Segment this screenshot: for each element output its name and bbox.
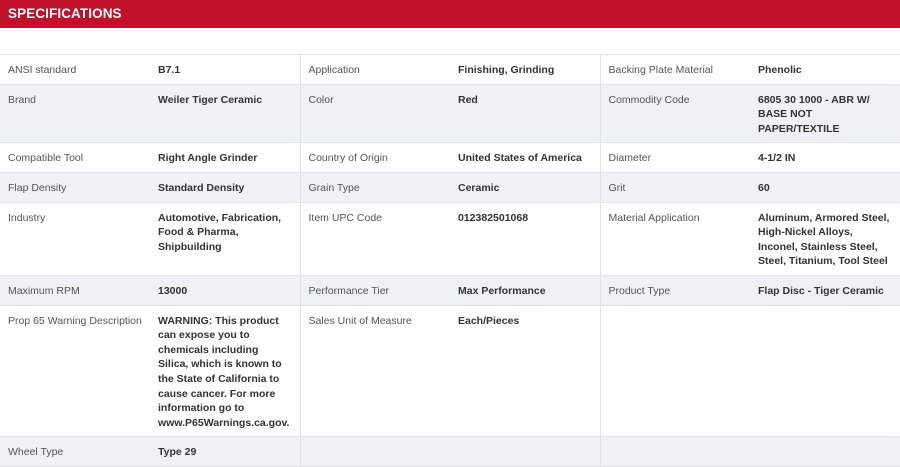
spec-label: Diameter [599, 142, 750, 173]
spec-value: Weiler Tiger Ceramic [150, 83, 300, 143]
spec-value: Type 29 [150, 436, 300, 467]
spec-label: Material Application [599, 201, 750, 276]
spec-label: Prop 65 Warning Description [0, 304, 150, 437]
spec-label [299, 436, 450, 467]
table-row: Wheel Type Type 29 [0, 436, 900, 467]
spec-value [750, 436, 900, 467]
spec-label: Performance Tier [299, 274, 450, 306]
spec-label: Country of Origin [299, 142, 450, 173]
table-row: Brand Weiler Tiger Ceramic Color Red Com… [0, 83, 900, 143]
spec-value [450, 436, 600, 467]
spec-label: ANSI standard [0, 54, 150, 85]
spec-label [599, 436, 750, 467]
table-row: Flap Density Standard Density Grain Type… [0, 171, 900, 203]
specifications-table: ANSI standard B7.1 Application Finishing… [0, 54, 900, 467]
spec-value: 012382501068 [450, 201, 600, 276]
spec-value: 6805 30 1000 - ABR W/ BASE NOT PAPER/TEX… [750, 83, 900, 143]
spec-value: Phenolic [750, 54, 900, 85]
spec-label: Application [299, 54, 450, 85]
spec-label [599, 304, 750, 437]
spec-value: Aluminum, Armored Steel, High-Nickel All… [750, 201, 900, 276]
spec-value: Max Performance [450, 274, 600, 306]
section-title: SPECIFICATIONS [8, 6, 122, 21]
table-row: Prop 65 Warning Description WARNING: Thi… [0, 304, 900, 437]
spec-value: Flap Disc - Tiger Ceramic [750, 274, 900, 306]
spec-label: Industry [0, 201, 150, 276]
spec-label: Grit [599, 171, 750, 203]
spec-value: Right Angle Grinder [150, 142, 300, 173]
spec-value: B7.1 [150, 54, 300, 85]
section-header: SPECIFICATIONS [0, 0, 900, 28]
spec-label: Backing Plate Material [599, 54, 750, 85]
spec-value: Standard Density [150, 171, 300, 203]
spec-label: Commodity Code [599, 83, 750, 143]
table-row: ANSI standard B7.1 Application Finishing… [0, 54, 900, 85]
spec-label: Product Type [599, 274, 750, 306]
spec-label: Flap Density [0, 171, 150, 203]
spec-value: Finishing, Grinding [450, 54, 600, 85]
spec-label: Compatible Tool [0, 142, 150, 173]
spec-value: Each/Pieces [450, 304, 600, 437]
spec-value [750, 304, 900, 437]
spec-value: United States of America [450, 142, 600, 173]
spec-label: Wheel Type [0, 436, 150, 467]
spec-value: Automotive, Fabrication, Food & Pharma, … [150, 201, 300, 276]
spec-value: 60 [750, 171, 900, 203]
table-row: Industry Automotive, Fabrication, Food &… [0, 201, 900, 276]
spec-label: Brand [0, 83, 150, 143]
spec-value: 13000 [150, 274, 300, 306]
table-row: Maximum RPM 13000 Performance Tier Max P… [0, 274, 900, 306]
spec-value: 4-1/2 IN [750, 142, 900, 173]
spec-label: Item UPC Code [299, 201, 450, 276]
spec-value: Ceramic [450, 171, 600, 203]
spec-label: Grain Type [299, 171, 450, 203]
header-spacer [0, 28, 900, 54]
spec-value: Red [450, 83, 600, 143]
spec-label: Sales Unit of Measure [299, 304, 450, 437]
spec-label: Color [299, 83, 450, 143]
spec-label: Maximum RPM [0, 274, 150, 306]
spec-value: WARNING: This product can expose you to … [150, 304, 300, 437]
table-row: Compatible Tool Right Angle Grinder Coun… [0, 142, 900, 173]
